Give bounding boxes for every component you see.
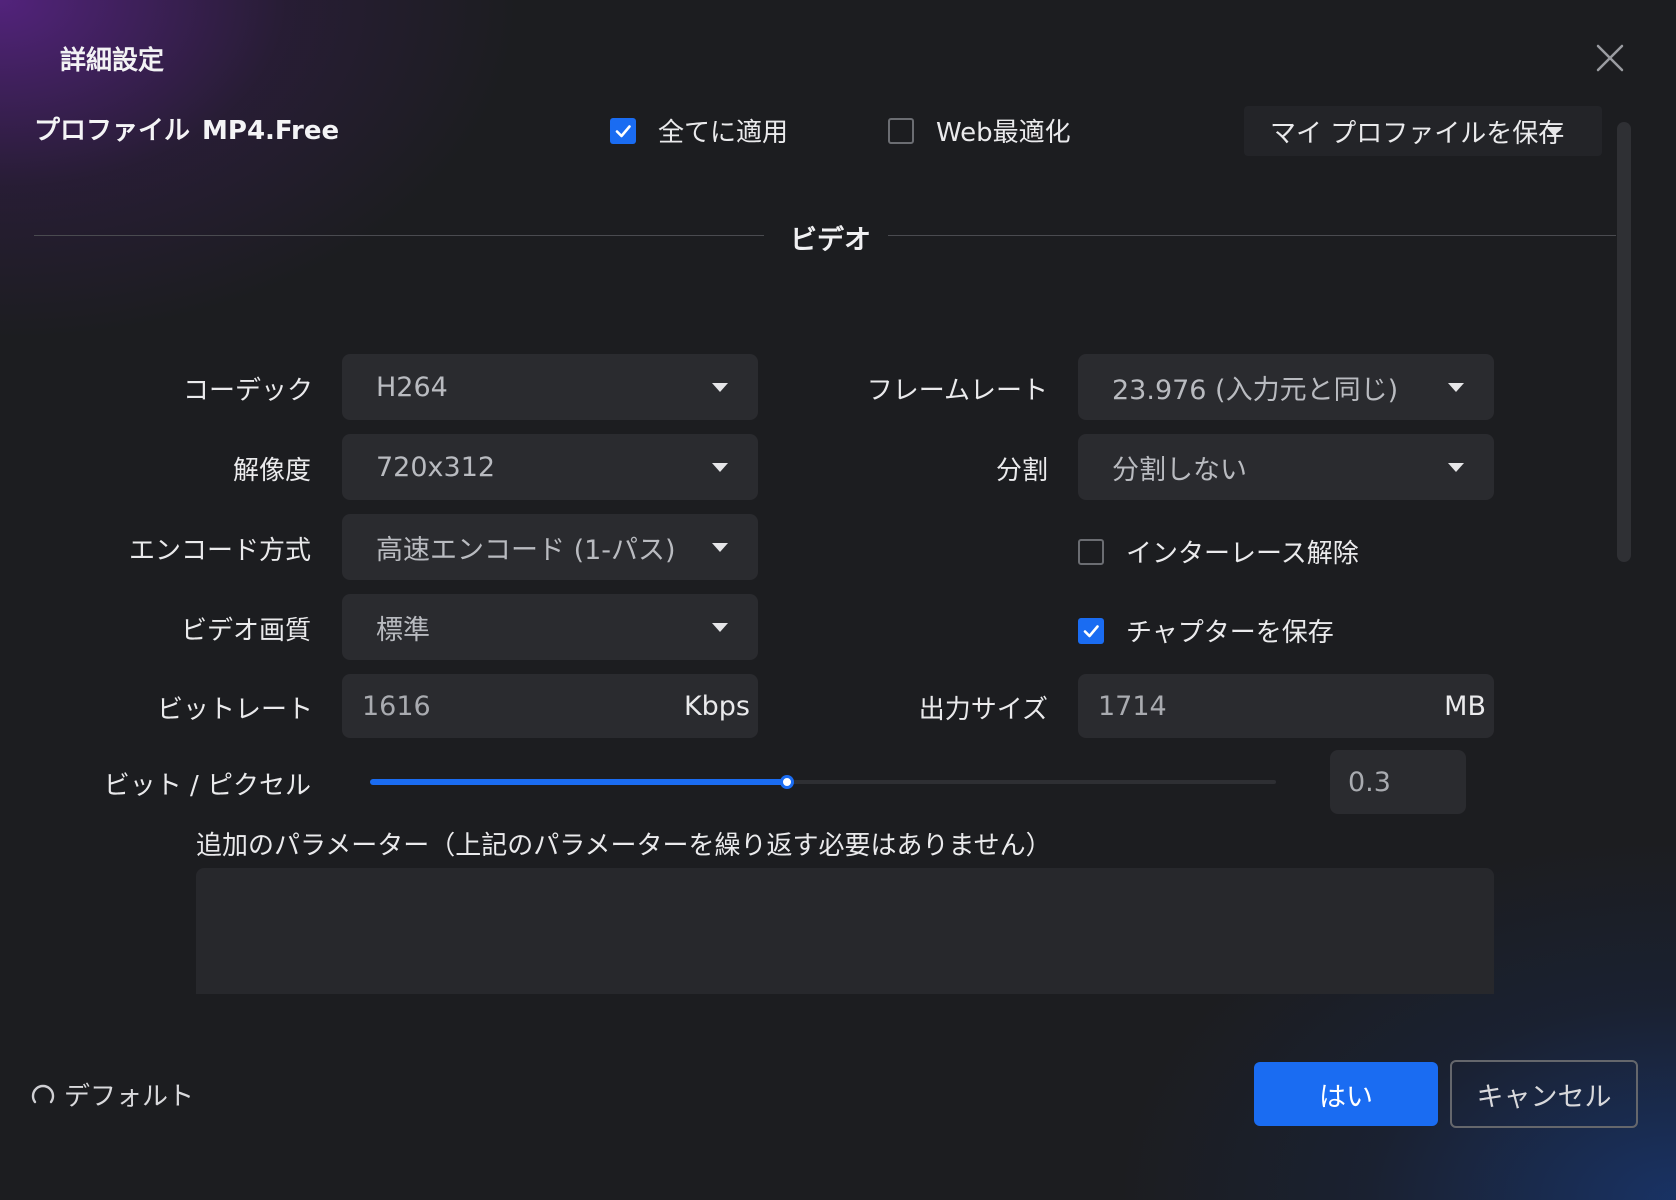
- section-divider-left: [34, 235, 764, 236]
- deinterlace-label: インターレース解除: [1126, 539, 1359, 569]
- chevron-down-icon: [712, 623, 728, 632]
- save-chapters-label: チャプターを保存: [1126, 618, 1334, 648]
- bits-per-pixel-label: ビット / ピクセル: [103, 771, 311, 801]
- video-quality-label: ビデオ画質: [180, 616, 311, 646]
- save-chapters-checkbox[interactable]: [1078, 617, 1104, 644]
- video-quality-value: 標準: [376, 614, 430, 646]
- output-size-label: 出力サイズ: [918, 695, 1048, 725]
- cancel-label: キャンセル: [1476, 1081, 1612, 1113]
- framerate-label: フレームレート: [866, 376, 1048, 406]
- bitrate-value: 1616: [362, 690, 431, 722]
- vertical-scrollbar[interactable]: [1617, 122, 1631, 562]
- web-optimize-option[interactable]: Web最適化: [888, 112, 1071, 149]
- chevron-down-icon: [712, 463, 728, 472]
- reset-icon: [31, 1084, 55, 1103]
- deinterlace-option[interactable]: インターレース解除: [1078, 533, 1359, 570]
- chevron-down-icon: [1448, 383, 1464, 392]
- ok-label: はい: [1319, 1081, 1373, 1113]
- save-profile-label: マイ プロファイルを保存: [1270, 118, 1565, 149]
- video-quality-select[interactable]: 標準: [342, 594, 758, 660]
- resolution-select[interactable]: 720x312: [342, 434, 758, 500]
- profile-label: プロファイル: [34, 116, 191, 146]
- resolution-label: 解像度: [232, 456, 311, 486]
- bitrate-unit: Kbps: [683, 690, 750, 722]
- bits-per-pixel-value-box[interactable]: 0.3: [1330, 750, 1466, 814]
- codec-value: H264: [376, 371, 448, 403]
- bitrate-input[interactable]: 1616 Kbps: [342, 674, 758, 738]
- framerate-select[interactable]: 23.976 (入力元と同じ): [1078, 354, 1494, 420]
- section-title-video: ビデオ: [790, 225, 871, 256]
- output-size-input[interactable]: 1714 MB: [1078, 674, 1494, 738]
- web-optimize-label: Web最適化: [936, 118, 1071, 148]
- codec-label: コーデック: [182, 376, 313, 406]
- cancel-button[interactable]: キャンセル: [1450, 1060, 1638, 1128]
- save-profile-dropdown[interactable]: マイ プロファイルを保存: [1244, 106, 1602, 156]
- apply-all-label: 全てに適用: [658, 118, 789, 148]
- chevron-down-icon: [1546, 127, 1562, 136]
- profile-heading: プロファイル MP4.Free: [34, 110, 339, 147]
- framerate-value: 23.976 (入力元と同じ): [1112, 374, 1399, 406]
- encode-method-label: エンコード方式: [128, 536, 311, 566]
- check-icon: [1083, 624, 1099, 637]
- split-label: 分割: [995, 456, 1048, 486]
- apply-all-checkbox[interactable]: [610, 117, 636, 144]
- extra-params-textarea[interactable]: [196, 868, 1494, 994]
- profile-name: MP4.Free: [202, 116, 340, 146]
- section-divider-right: [888, 235, 1616, 236]
- extra-params-label: 追加のパラメーター（上記のパラメーターを繰り返す必要はありません）: [196, 831, 1052, 861]
- ok-button[interactable]: はい: [1254, 1062, 1438, 1126]
- save-chapters-option[interactable]: チャプターを保存: [1078, 612, 1334, 649]
- default-button[interactable]: デフォルト: [28, 1076, 194, 1113]
- encode-method-select[interactable]: 高速エンコード (1-パス): [342, 514, 758, 580]
- close-icon[interactable]: [1594, 42, 1626, 74]
- check-icon: [615, 124, 631, 137]
- chevron-down-icon: [712, 543, 728, 552]
- web-optimize-checkbox[interactable]: [888, 117, 914, 144]
- output-size-value: 1714: [1098, 690, 1167, 722]
- bitrate-label: ビットレート: [156, 695, 313, 725]
- chevron-down-icon: [1448, 463, 1464, 472]
- codec-select[interactable]: H264: [342, 354, 758, 420]
- default-label: デフォルト: [64, 1082, 195, 1112]
- split-select[interactable]: 分割しない: [1078, 434, 1494, 500]
- encode-method-value: 高速エンコード (1-パス): [376, 534, 676, 566]
- bits-per-pixel-value: 0.3: [1348, 766, 1391, 798]
- deinterlace-checkbox[interactable]: [1078, 538, 1104, 565]
- chevron-down-icon: [712, 383, 728, 392]
- split-value: 分割しない: [1112, 454, 1247, 486]
- resolution-value: 720x312: [376, 451, 496, 483]
- window-background: [0, 0, 1676, 1200]
- bits-per-pixel-slider-fill: [370, 779, 787, 785]
- dialog-title: 詳細設定: [60, 46, 165, 76]
- apply-all-option[interactable]: 全てに適用: [610, 112, 788, 149]
- output-size-unit: MB: [1444, 690, 1486, 722]
- bits-per-pixel-slider-thumb[interactable]: [780, 775, 794, 789]
